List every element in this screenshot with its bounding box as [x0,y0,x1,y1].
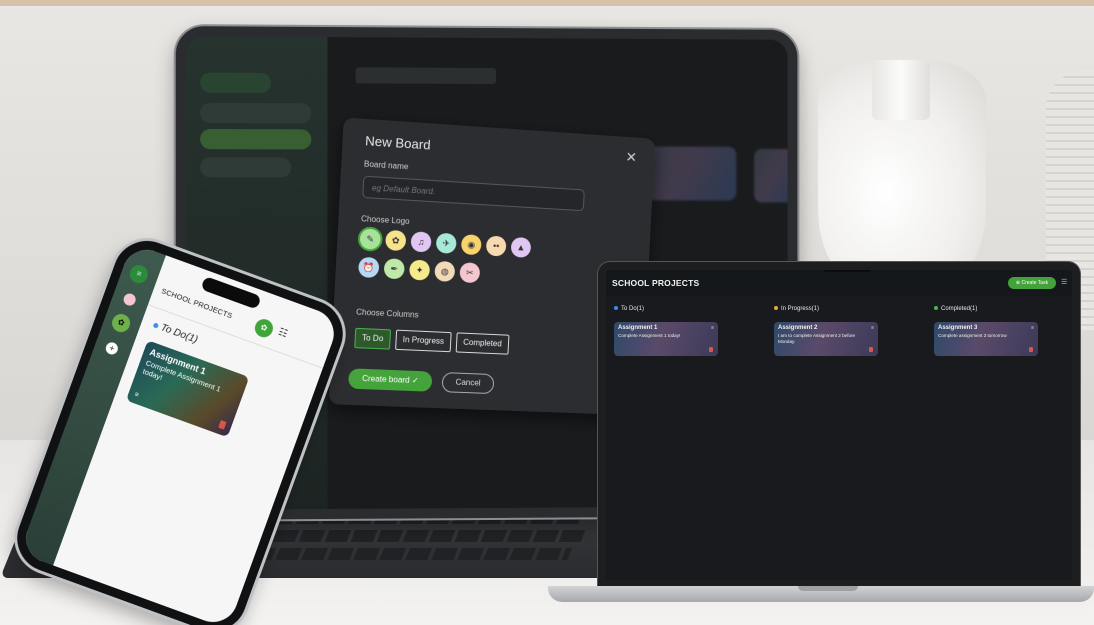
create-board-button[interactable]: Create board ✓ [348,368,433,392]
logo-option-icon[interactable]: ✂ [459,262,480,283]
logo-option-icon[interactable]: ✦ [409,259,430,280]
wall-trim [0,0,1094,6]
choose-columns-label: Choose Columns [356,307,419,319]
delete-icon[interactable] [218,420,226,430]
task-card[interactable]: Assignment 1 Complete Assignment 1 today… [614,322,718,356]
board-title: SCHOOL PROJECTS [612,278,699,288]
camera-notch [821,262,873,272]
cancel-button[interactable]: Cancel [441,372,494,394]
edit-icon[interactable]: ≡ [711,325,714,331]
logo-option-icon[interactable]: ✒ [384,258,405,279]
column-header-todo: To Do(1) [614,306,644,312]
column-option-in-progress[interactable]: In Progress [395,330,452,353]
create-task-button[interactable]: ⊕ Create Task [1008,277,1056,289]
task-card[interactable]: Assignment 3 Complete assignment 3 tomor… [934,322,1038,356]
board-name-label: Board name [364,159,409,171]
logo-option-icon[interactable]: ◉ [461,234,482,255]
tablet-board-title [356,67,496,84]
logo-option-icon[interactable]: ⏰ [358,257,380,278]
task-card[interactable]: Assignment 2 I am to complete Assignment… [774,322,878,356]
column-header-completed: Completed(1) [934,306,977,312]
logo-option-icon[interactable]: ✈ [436,233,457,254]
logo-option-icon[interactable]: ◍ [434,261,455,282]
delete-icon[interactable] [709,347,713,352]
white-vase-neck [872,60,930,120]
task-title: Assignment 1 [618,325,714,331]
task-description: Complete assignment 3 tomorrow [938,333,1018,339]
task-title: Assignment 2 [778,325,874,331]
edit-icon[interactable]: ≡ [133,391,139,399]
active-board-icon[interactable]: ✿ [110,312,133,335]
task-description: I am to complete Assignment 2 before Mon… [778,333,858,345]
add-board-icon[interactable]: + [104,341,119,356]
board-name-input[interactable] [362,176,585,212]
edit-icon[interactable]: ≡ [1031,325,1034,331]
create-task-label: Create Task [1022,280,1049,286]
board-logo-icon[interactable] [122,292,137,307]
task-title: Assignment 3 [938,325,1034,331]
delete-icon[interactable] [869,347,873,352]
column-header-in-progress: In Progress(1) [774,306,819,312]
tablet-card [754,149,793,203]
logo-option-icon[interactable]: ✿ [385,230,406,251]
task-card[interactable]: Assignment 1 Complete Assignment 1 today… [126,340,249,437]
laptop-device: SCHOOL PROJECTS ⊕ Create Task ☰ To Do(1)… [598,262,1080,588]
logo-option-icon[interactable]: ♫ [410,231,431,252]
close-icon[interactable]: ✕ [625,149,637,166]
task-description: Complete Assignment 1 today! [618,333,698,339]
column-option-completed[interactable]: Completed [456,332,510,354]
laptop-header: SCHOOL PROJECTS ⊕ Create Task ☰ [606,270,1072,296]
column-option-todo[interactable]: To Do [354,328,391,350]
logo-option-icon[interactable]: ▲ [511,237,532,258]
logo-option-icon[interactable]: •• [486,235,507,256]
choose-logo-label: Choose Logo [361,214,410,226]
delete-icon[interactable] [1029,347,1033,352]
column-header-todo: To Do(1) [152,320,200,346]
menu-icon[interactable]: ≡ [127,263,150,286]
laptop-screen: SCHOOL PROJECTS ⊕ Create Task ☰ To Do(1)… [606,270,1072,580]
edit-icon[interactable]: ≡ [871,325,874,331]
logo-picker: ✎ ✿ ♫ ✈ ◉ •• ▲ ⏰ ✒ ✦ ◍ ✂ [358,228,590,296]
logo-option-icon[interactable]: ✎ [359,228,381,249]
filter-icon[interactable]: ☰ [1061,278,1067,286]
modal-title: New Board [365,133,431,152]
laptop-base [548,586,1094,602]
filter-icon[interactable]: ☷ [277,327,289,340]
add-task-icon[interactable]: ✿ [252,317,275,340]
